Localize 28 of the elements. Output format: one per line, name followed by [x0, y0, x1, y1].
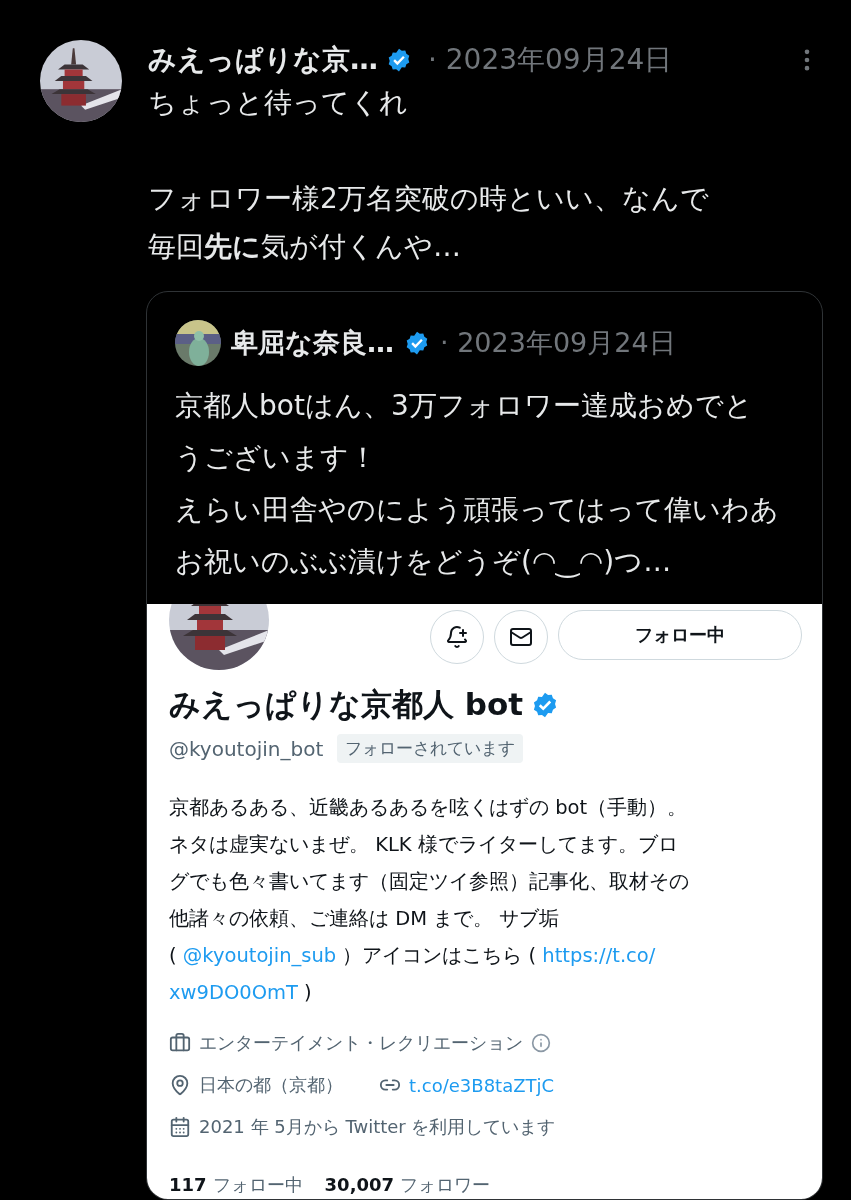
location-icon	[169, 1074, 191, 1097]
verified-icon	[404, 330, 430, 357]
profile-handle: @kyoutojin_bot	[169, 736, 324, 761]
following-count[interactable]: 117 フォロー中	[169, 1173, 303, 1198]
quote-text: 京都人botはん、3万フォロワー達成おめでとうございます！	[175, 388, 754, 477]
follow-button[interactable]: フォロー中	[558, 610, 802, 661]
author-name[interactable]: みえっぱりな京…	[148, 40, 378, 79]
post-date: · 2023年09月24日	[440, 326, 676, 361]
location-text: 日本の都（京都）	[199, 1073, 343, 1098]
category-text: エンターテイメント・レクリエーション	[199, 1031, 523, 1056]
post-text: ちょっと待ってくれ	[148, 85, 409, 122]
bell-icon	[445, 625, 469, 650]
message-button[interactable]	[494, 610, 548, 665]
profile-name: みえっぱりな京都人 bot	[169, 685, 524, 725]
verified-icon	[386, 46, 412, 73]
quote-card[interactable]	[146, 291, 823, 1200]
post-date: · 2023年09月24日	[428, 41, 673, 78]
bio-text: 京都あるある、近畿あるあるを呟くはずの bot（手動）。 ネタは虚実ないまぜ。 KLK 様でライターしてます。ブロ グでも色々書いてます（固定ツイ参照）記事化、取材その 他諸々の依頼、ご連絡は DM まで。 サブ垢 ( @kyoutojin_sub ）アイコンはこちら ( https://t.co/ xw9DO0OmT )	[169, 795, 690, 1007]
calendar-icon	[169, 1116, 191, 1139]
quote-text: お祝いのぶぶ漬けをどうぞ(◠‿◠)つ…	[175, 544, 673, 581]
quote-text: えらい田舎やのによう頑張ってはって偉いわあ	[175, 492, 780, 529]
notification-button[interactable]	[430, 610, 484, 665]
joined-text: 2021 年 5月から Twitter を利用しています	[199, 1115, 556, 1140]
author-name[interactable]: 卑屈な奈良…	[231, 325, 394, 362]
followers-count[interactable]: 30,007 フォロワー	[324, 1173, 491, 1198]
post-text: フォロワー様2万名突破の時といい、なんで毎回先に気が付くんや…	[148, 181, 710, 266]
info-icon[interactable]	[531, 1033, 551, 1054]
follows-you-badge: フォローされています	[337, 734, 524, 764]
